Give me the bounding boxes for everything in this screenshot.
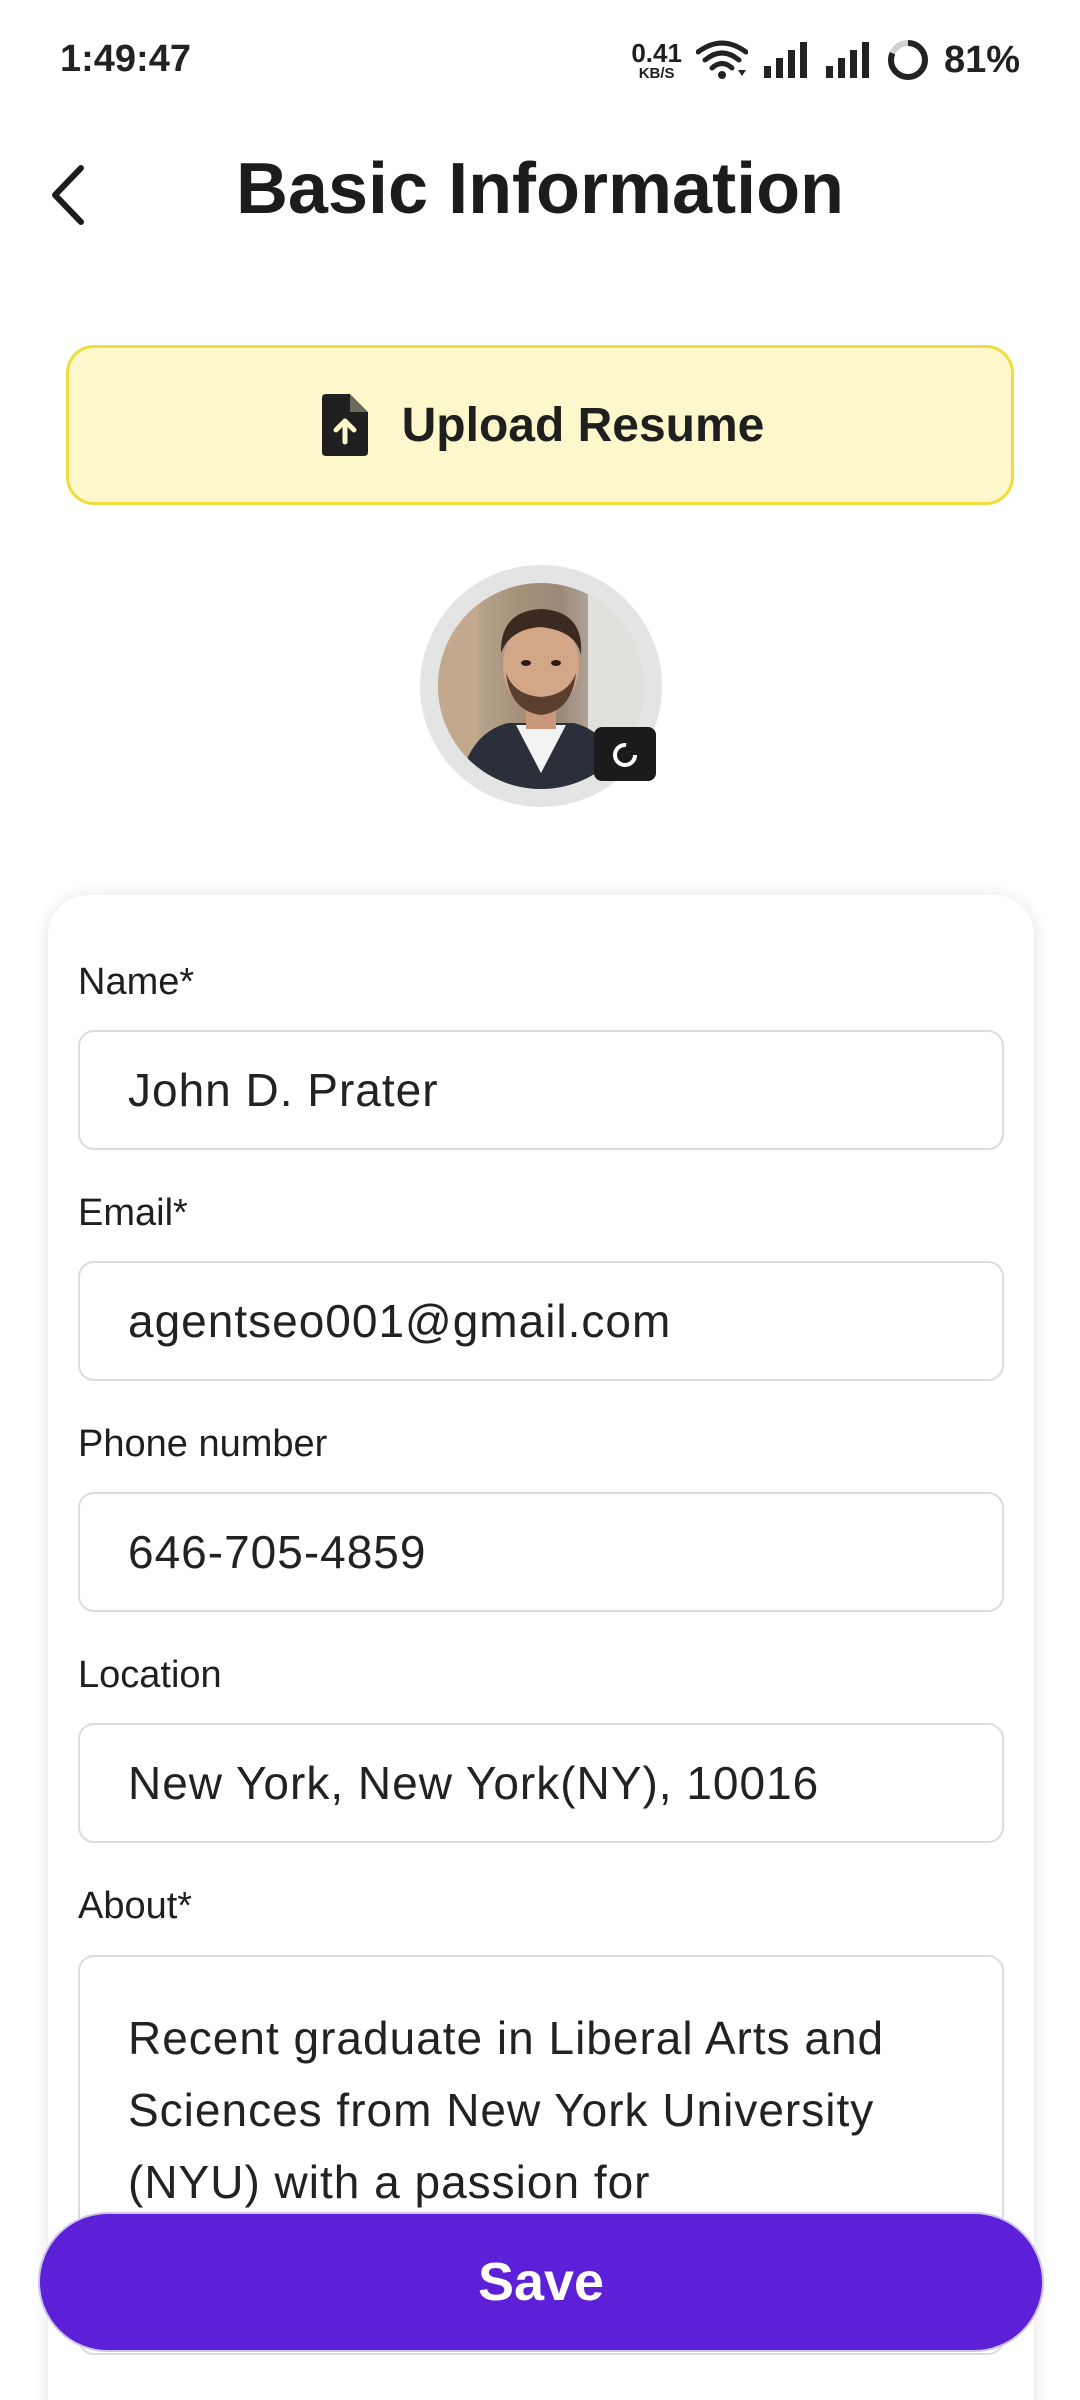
upload-resume-button[interactable]: Upload Resume	[66, 345, 1014, 505]
signal-icon	[763, 42, 807, 78]
email-label: Email*	[78, 1192, 188, 1234]
upload-resume-label: Upload Resume	[401, 398, 765, 452]
status-time: 1:49:47	[60, 38, 191, 80]
email-field[interactable]: agentseo001@gmail.com	[78, 1261, 1004, 1381]
page-title: Basic Information	[235, 149, 845, 229]
header: Basic Information	[0, 130, 1080, 260]
file-upload-icon	[321, 394, 368, 456]
battery-icon	[887, 40, 928, 80]
network-speed-value: 0.41	[631, 37, 682, 68]
status-icons: 0.41 KB/S 81%	[631, 30, 1020, 90]
about-label: About*	[78, 1885, 193, 1927]
signal-icon	[825, 42, 869, 78]
phone-label: Phone number	[78, 1423, 328, 1465]
battery-percent: 81%	[943, 38, 1020, 81]
network-speed-unit: KB/S	[638, 64, 675, 82]
network-speed: 0.41 KB/S	[631, 40, 682, 81]
save-button[interactable]: Save	[38, 2212, 1044, 2352]
name-label: Name*	[78, 961, 195, 1003]
wifi-icon	[695, 40, 748, 79]
phone-field[interactable]: 646-705-4859	[78, 1492, 1004, 1612]
status-bar: 1:49:47 0.41 KB/S 81%	[0, 0, 1080, 120]
name-field[interactable]: John D. Prater	[78, 1030, 1004, 1150]
location-field[interactable]: New York, New York(NY), 10016	[78, 1723, 1004, 1843]
screen: 1:49:47 0.41 KB/S 81% Basic Information …	[0, 0, 1080, 2400]
change-photo-button[interactable]	[594, 727, 656, 781]
form-card: Name* John D. Prater Email* agentseo001@…	[48, 895, 1034, 2400]
camera-icon	[613, 743, 637, 767]
avatar-container[interactable]	[420, 565, 662, 807]
location-label: Location	[78, 1654, 222, 1696]
